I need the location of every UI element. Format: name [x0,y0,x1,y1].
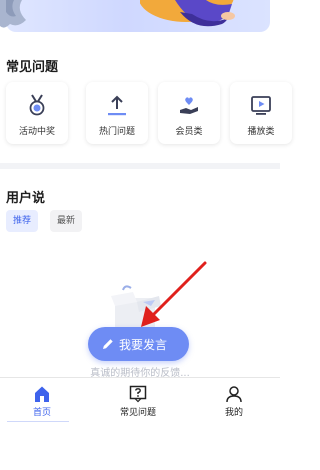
tab-faq[interactable]: 常见问题 [103,378,173,422]
person-icon [226,386,242,403]
faq-card-playback[interactable]: 播放类 [230,82,292,144]
home-icon [35,386,49,402]
faq-card-label: 热门问题 [98,127,135,137]
post-button-label: 我要发言 [119,338,168,352]
play-screen-icon [251,96,271,115]
faq-card-label: 会员类 [175,127,203,137]
tab-label: 我的 [224,408,243,418]
post-comment-button[interactable]: 我要发言 [88,327,189,361]
upload-arrow-icon [108,95,126,116]
faq-card-label: 播放类 [247,127,275,137]
top-banner[interactable] [0,0,280,40]
faq-card-label: 活动中奖 [18,127,55,137]
filter-latest[interactable]: 最新 [50,210,83,232]
empty-box-illustration-icon [111,285,161,328]
bottom-tab-bar: 首页 常见问题 我的 [0,377,280,422]
tab-home[interactable]: 首页 [7,378,77,422]
tab-label: 常见问题 [119,408,156,418]
faq-section-title: 常见问题 [6,60,59,75]
medal-icon [29,94,45,116]
pencil-icon [103,339,113,349]
tab-me[interactable]: 我的 [199,378,269,422]
hand-heart-icon [180,97,198,114]
section-divider [0,163,280,169]
user-say-title: 用户说 [6,191,46,206]
faq-category-list: 活动中奖 热门问题 会员类 播放类 [6,82,292,146]
faq-card-hot[interactable]: 热门问题 [86,82,148,144]
active-tab-indicator [7,421,69,422]
tab-label: 首页 [32,408,51,418]
question-box-icon [129,385,147,403]
banner-illustration-icon [140,0,235,27]
faq-card-prize[interactable]: 活动中奖 [6,82,68,144]
faq-card-member[interactable]: 会员类 [158,82,220,144]
filter-recommended[interactable]: 推荐 [6,210,39,232]
banner-decoration-icon [0,0,26,28]
